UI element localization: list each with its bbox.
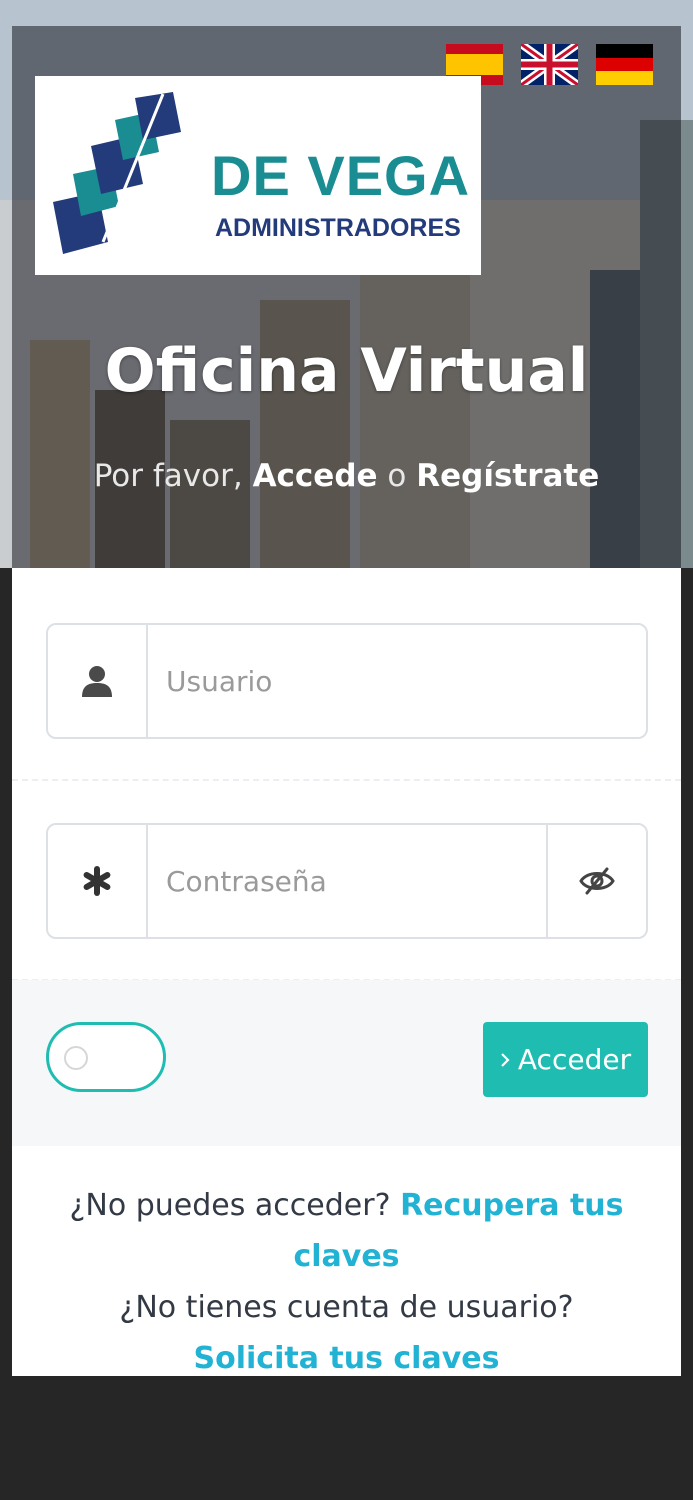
company-logo: DE VEGA ADMINISTRADORES (35, 76, 481, 275)
password-group (46, 823, 648, 939)
hero-subtitle-connector: o (387, 458, 407, 494)
hero-subtitle-prefix: Por favor, (93, 458, 243, 494)
hero-section: DE VEGA ADMINISTRADORES Oficina Virtual … (0, 0, 693, 568)
help-links: ¿No puedes acceder? Recupera tus claves … (12, 1180, 681, 1384)
uk-flag-icon[interactable] (521, 44, 578, 85)
username-input[interactable] (148, 625, 646, 737)
login-link[interactable]: Accede (253, 458, 378, 494)
login-button-label: Acceder (517, 1043, 632, 1076)
password-addon (48, 825, 148, 937)
request-question: ¿No tienes cuenta de usuario? (119, 1290, 574, 1325)
remember-me-toggle[interactable] (46, 1022, 166, 1092)
toggle-knob (64, 1046, 88, 1070)
logo-title: DE VEGA (211, 144, 471, 207)
asterisk-icon (83, 866, 111, 896)
chevron-right-icon (501, 1052, 510, 1067)
hero-subtitle: Por favor, Accede o Regístrate (0, 458, 693, 494)
login-button[interactable]: Acceder (483, 1022, 648, 1097)
form-actions: Acceder (12, 980, 681, 1146)
user-icon (82, 666, 112, 697)
username-group (46, 623, 648, 739)
logo-subtitle: ADMINISTRADORES (215, 214, 461, 242)
request-credentials-link[interactable]: Solicita tus claves (194, 1341, 500, 1376)
page-title: Oficina Virtual (104, 336, 589, 406)
login-card: Acceder ¿No puedes acceder? Recupera tus… (12, 568, 681, 1376)
password-input[interactable] (148, 825, 546, 937)
divider (12, 779, 681, 781)
recover-question: ¿No puedes acceder? (69, 1188, 391, 1223)
eye-slash-icon (579, 867, 615, 895)
toggle-password-visibility[interactable] (546, 825, 646, 937)
username-addon (48, 625, 148, 737)
register-link[interactable]: Regístrate (416, 458, 599, 494)
logo-mark-icon (53, 92, 181, 254)
de-flag-icon[interactable] (596, 44, 653, 85)
